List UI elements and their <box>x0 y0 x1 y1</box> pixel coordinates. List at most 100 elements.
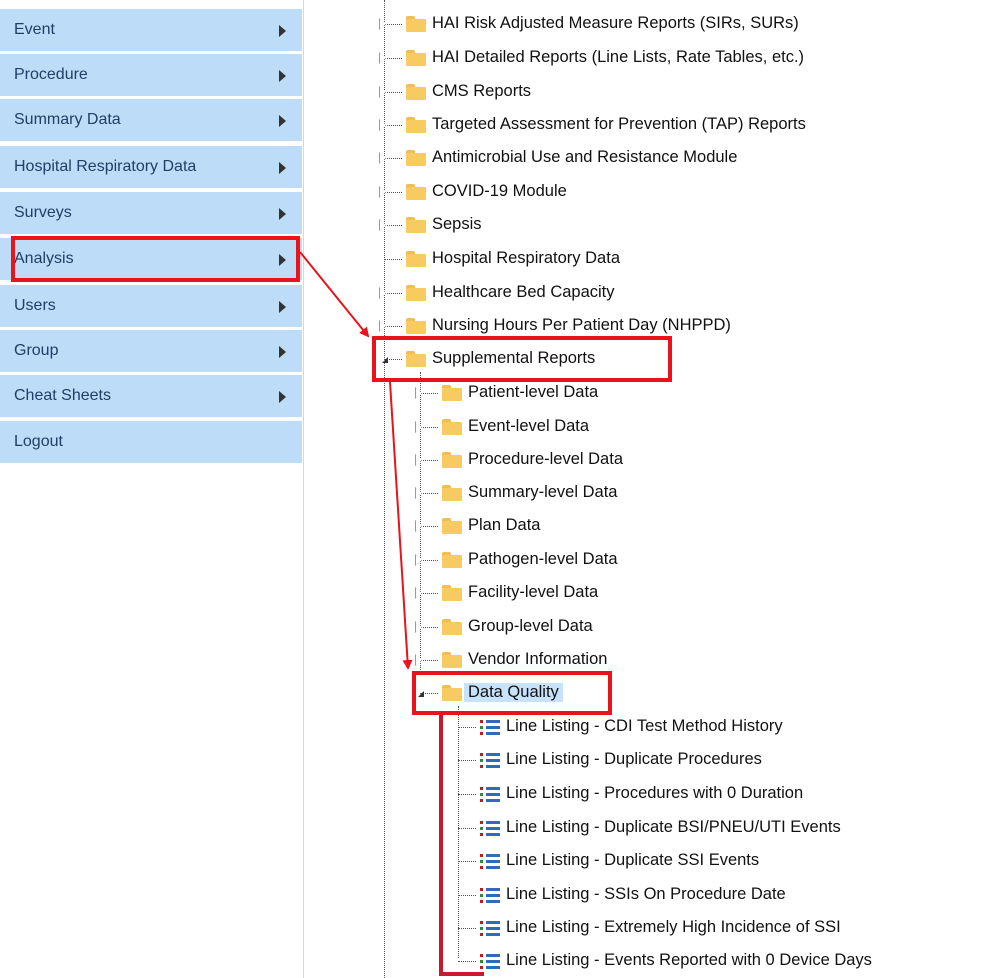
tree-folder-label: Healthcare Bed Capacity <box>432 283 615 301</box>
expand-arrow-icon[interactable] <box>379 86 386 98</box>
menu-item-label: Surveys <box>14 204 72 221</box>
expand-arrow-icon[interactable] <box>415 387 422 399</box>
expand-arrow-icon[interactable] <box>415 520 422 532</box>
highlight-box-supplemental-reports <box>372 336 672 382</box>
menu-item-group[interactable]: Group <box>0 330 302 372</box>
folder-icon <box>442 518 462 534</box>
submenu-arrow-icon <box>279 301 286 313</box>
expand-arrow-icon[interactable] <box>379 186 386 198</box>
menu-item-procedure[interactable]: Procedure <box>0 54 302 96</box>
tree-folder-label: Sepsis <box>432 215 482 233</box>
submenu-arrow-icon <box>279 346 286 358</box>
expand-arrow-icon[interactable] <box>379 152 386 164</box>
menu-item-event[interactable]: Event <box>0 9 302 51</box>
folder-icon <box>442 552 462 568</box>
tree-report-label: Line Listing - CDI Test Method History <box>506 717 783 735</box>
tree-report-label: Line Listing - Procedures with 0 Duratio… <box>506 784 804 802</box>
expand-arrow-icon[interactable] <box>415 654 422 666</box>
tree-folder-label: Plan Data <box>468 516 541 534</box>
menu-item-label: Group <box>14 342 59 359</box>
tree-report-label: Line Listing - Extremely High Incidence … <box>506 918 841 936</box>
folder-icon <box>442 652 462 668</box>
folder-icon <box>442 452 462 468</box>
tree-folder-label: HAI Detailed Reports (Line Lists, Rate T… <box>432 48 805 66</box>
folder-icon <box>406 16 426 32</box>
line-listing-icon <box>480 821 500 836</box>
expand-arrow-icon[interactable] <box>379 320 386 332</box>
tree-connector-line <box>458 706 459 958</box>
left-nav-menu: Event Procedure Summary Data Hospital Re… <box>0 0 304 978</box>
line-listing-icon <box>480 753 500 768</box>
folder-icon <box>442 485 462 501</box>
folder-icon <box>442 385 462 401</box>
menu-item-users[interactable]: Users <box>0 285 302 327</box>
menu-item-cheat-sheets[interactable]: Cheat Sheets <box>0 375 302 417</box>
submenu-arrow-icon <box>279 162 286 174</box>
tree-connector-line <box>384 0 385 978</box>
expand-arrow-icon[interactable] <box>379 52 386 64</box>
folder-icon <box>406 117 426 133</box>
menu-item-label: Event <box>14 21 55 38</box>
menu-item-label: Cheat Sheets <box>14 387 111 404</box>
line-listing-icon <box>480 854 500 869</box>
menu-item-label: Logout <box>14 433 63 450</box>
folder-icon <box>406 184 426 200</box>
folder-icon <box>406 285 426 301</box>
expand-arrow-icon[interactable] <box>415 487 422 499</box>
tree-folder-label: Summary-level Data <box>468 483 618 501</box>
folder-icon <box>442 585 462 601</box>
expand-arrow-icon[interactable] <box>379 219 386 231</box>
line-listing-icon <box>480 720 500 735</box>
expand-arrow-icon[interactable] <box>415 621 422 633</box>
expand-arrow-icon[interactable] <box>379 119 386 131</box>
expand-arrow-icon[interactable] <box>379 287 386 299</box>
expand-arrow-icon[interactable] <box>415 587 422 599</box>
tree-folder-label: Event-level Data <box>468 417 590 435</box>
folder-icon <box>406 251 426 267</box>
menu-item-surveys[interactable]: Surveys <box>0 192 302 234</box>
menu-item-label: Summary Data <box>14 111 121 128</box>
tree-report-label: Line Listing - Duplicate BSI/PNEU/UTI Ev… <box>506 818 841 836</box>
highlight-box-data-quality <box>412 671 612 715</box>
submenu-arrow-icon <box>279 208 286 220</box>
menu-item-label: Users <box>14 297 56 314</box>
line-listing-icon <box>480 888 500 903</box>
tree-folder-label: CMS Reports <box>432 82 532 100</box>
submenu-arrow-icon <box>279 25 286 37</box>
folder-icon <box>406 84 426 100</box>
tree-folder-label: Targeted Assessment for Prevention (TAP)… <box>432 115 806 133</box>
line-listing-icon <box>480 921 500 936</box>
menu-item-summary-data[interactable]: Summary Data <box>0 99 302 141</box>
tree-report-label: Line Listing - SSIs On Procedure Date <box>506 885 786 903</box>
tree-folder-label: COVID-19 Module <box>432 182 567 200</box>
expand-arrow-icon[interactable] <box>415 421 422 433</box>
tree-folder-label: Antimicrobial Use and Resistance Module <box>432 148 738 166</box>
tree-report-label: Line Listing - Events Reported with 0 De… <box>506 951 872 969</box>
submenu-arrow-icon <box>279 115 286 127</box>
tree-folder-label: Nursing Hours Per Patient Day (NHPPD) <box>432 316 731 334</box>
folder-icon <box>406 50 426 66</box>
menu-item-label: Procedure <box>14 66 88 83</box>
report-tree: HAI Risk Adjusted Measure Reports (SIRs,… <box>303 0 1007 978</box>
folder-icon <box>406 318 426 334</box>
tree-report-label: Line Listing - Duplicate Procedures <box>506 750 762 768</box>
expand-arrow-icon[interactable] <box>415 554 422 566</box>
expand-arrow-icon[interactable] <box>379 18 386 30</box>
tree-folder-label: Hospital Respiratory Data <box>432 249 620 267</box>
menu-item-label: Hospital Respiratory Data <box>14 158 197 175</box>
menu-item-logout[interactable]: Logout <box>0 421 302 463</box>
folder-icon <box>442 619 462 635</box>
line-listing-icon <box>480 787 500 802</box>
highlight-box-analysis <box>11 236 300 282</box>
tree-folder-label: Vendor Information <box>468 650 608 668</box>
line-listing-icon <box>480 954 500 969</box>
folder-icon <box>406 217 426 233</box>
tree-folder-label: HAI Risk Adjusted Measure Reports (SIRs,… <box>432 14 799 32</box>
expand-arrow-icon[interactable] <box>415 454 422 466</box>
tree-folder-label: Group-level Data <box>468 617 593 635</box>
menu-item-hospital-respiratory-data[interactable]: Hospital Respiratory Data <box>0 146 302 188</box>
submenu-arrow-icon <box>279 391 286 403</box>
tree-folder-label: Procedure-level Data <box>468 450 623 468</box>
submenu-arrow-icon <box>279 70 286 82</box>
folder-icon <box>442 419 462 435</box>
